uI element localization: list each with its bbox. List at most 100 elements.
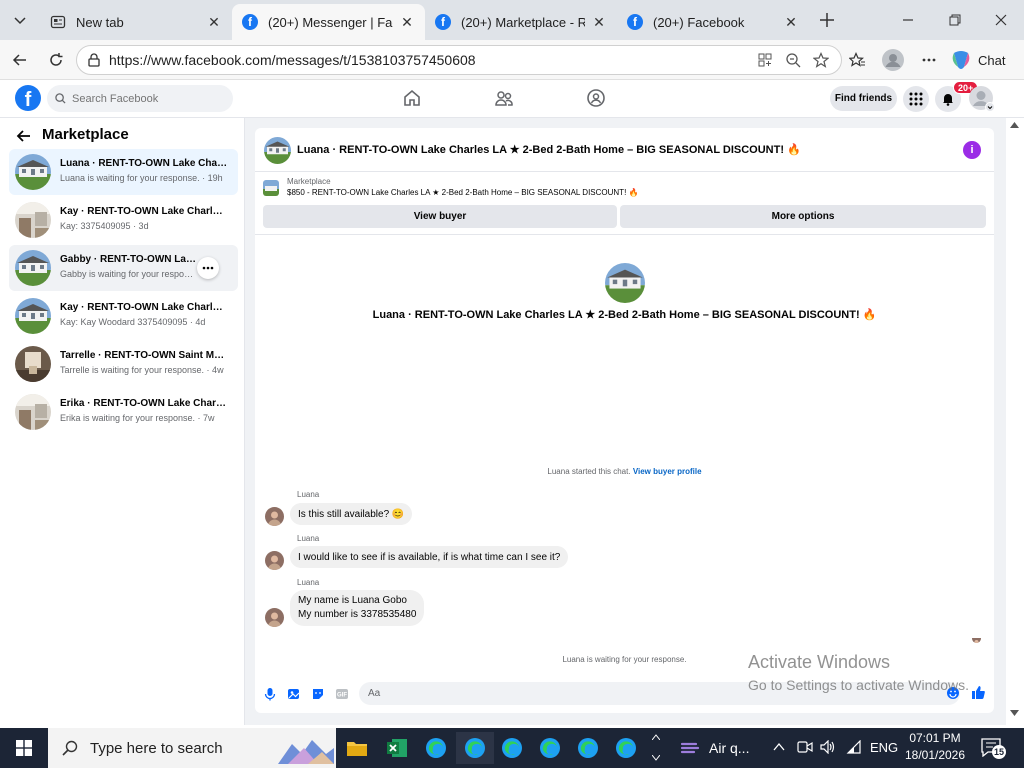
bell-icon bbox=[943, 94, 953, 106]
listing-text[interactable]: $850 - RENT-TO-OWN Lake Charles LA ★ 2-B… bbox=[287, 188, 707, 197]
scroll-up-arrow-icon[interactable] bbox=[1010, 122, 1019, 128]
conversation-subtitle: Kay: Kay Woodard 3375409095 · 4d bbox=[60, 317, 206, 327]
message-text: I would like to see if is available, if … bbox=[298, 551, 561, 563]
show-hidden-icons-chevron-icon[interactable] bbox=[772, 740, 786, 759]
conversation-item[interactable]: Gabby · RENT-TO-OWN Lake Charles LA ★ 2-… bbox=[9, 245, 238, 291]
back-button[interactable] bbox=[6, 46, 34, 74]
taskbar-scroll[interactable] bbox=[648, 728, 664, 768]
conversation-item[interactable]: Tarrelle · RENT-TO-OWN Saint Martinville… bbox=[9, 341, 238, 387]
edge-icon[interactable] bbox=[420, 732, 452, 764]
close-icon[interactable]: ✕ bbox=[206, 14, 222, 30]
start-button[interactable] bbox=[8, 732, 40, 764]
edge-icon[interactable] bbox=[496, 732, 528, 764]
reload-button[interactable] bbox=[42, 46, 70, 74]
address-bar[interactable]: https://www.facebook.com/messages/t/1538… bbox=[76, 45, 842, 75]
favorite-star-icon[interactable] bbox=[813, 52, 829, 68]
newtab-icon bbox=[50, 14, 66, 30]
taskbar-search[interactable]: Type here to search bbox=[48, 728, 336, 768]
home-nav-icon[interactable] bbox=[402, 88, 422, 113]
tab-title: (20+) Messenger | Facebook bbox=[268, 14, 393, 30]
view-buyer-profile-link[interactable]: View buyer profile bbox=[633, 467, 702, 476]
settings-more-button[interactable] bbox=[915, 46, 943, 74]
gif-icon[interactable]: GIF bbox=[335, 687, 349, 706]
minimize-button[interactable] bbox=[894, 6, 922, 34]
edge-icon[interactable] bbox=[534, 732, 566, 764]
conversation-item[interactable]: Erika · RENT-TO-OWN Lake Charles LA ★ 2-… bbox=[9, 389, 238, 435]
search-input[interactable] bbox=[72, 92, 222, 105]
clock[interactable]: 07:01 PM 18/01/2026 bbox=[902, 730, 968, 766]
conversation-subtitle: Luana is waiting for your response. · 19… bbox=[60, 173, 223, 183]
message-bubble[interactable]: Is this still available? 😊 bbox=[290, 503, 413, 525]
close-icon[interactable]: ✕ bbox=[783, 14, 799, 30]
tab-marketplace[interactable]: f (20+) Marketplace - RENT ✕ bbox=[425, 4, 617, 40]
site-info-icon[interactable] bbox=[87, 53, 101, 67]
scroll-down-arrow-icon[interactable] bbox=[1010, 710, 1019, 716]
edge-icon[interactable] bbox=[456, 732, 494, 764]
tab-facebook[interactable]: f (20+) Facebook ✕ bbox=[617, 4, 809, 40]
new-tab-button[interactable] bbox=[813, 6, 841, 34]
weather-widget[interactable]: Air q... bbox=[670, 728, 762, 768]
favorites-button[interactable] bbox=[843, 46, 871, 74]
seen-avatar bbox=[972, 634, 981, 643]
tab-messenger[interactable]: f (20+) Messenger | Facebook ✕ bbox=[232, 4, 425, 40]
composer-placeholder: Aa bbox=[368, 688, 381, 699]
edge-icon[interactable] bbox=[572, 732, 604, 764]
more-options-icon[interactable] bbox=[197, 257, 219, 279]
excel-icon[interactable] bbox=[381, 732, 413, 764]
tab-actions-button[interactable] bbox=[6, 6, 34, 34]
air-quality-icon bbox=[680, 742, 700, 754]
close-icon[interactable]: ✕ bbox=[399, 14, 415, 30]
facebook-logo-icon[interactable]: f bbox=[15, 85, 41, 111]
microphone-icon[interactable] bbox=[264, 687, 276, 706]
back-arrow-icon[interactable] bbox=[16, 128, 32, 149]
conversation-item[interactable]: Kay · RENT-TO-OWN Lake Charles LA ★ 2-Be… bbox=[9, 293, 238, 339]
reload-icon bbox=[50, 53, 63, 66]
conversation-thumbnail bbox=[15, 346, 51, 382]
favorites-icon bbox=[849, 52, 865, 67]
zoom-icon[interactable] bbox=[785, 52, 801, 68]
sender-avatar[interactable] bbox=[265, 507, 284, 526]
sticker-icon[interactable] bbox=[311, 687, 325, 706]
groups-nav-icon[interactable] bbox=[586, 88, 606, 113]
volume-icon[interactable] bbox=[820, 739, 836, 759]
tab-title: (20+) Marketplace - RENT bbox=[461, 14, 585, 30]
apps-icon[interactable] bbox=[757, 52, 773, 68]
friends-nav-icon[interactable] bbox=[494, 88, 514, 113]
account-button[interactable] bbox=[969, 86, 995, 112]
tab-title: New tab bbox=[76, 14, 124, 30]
conversation-item[interactable]: Luana · RENT-TO-OWN Lake Charles LA ★ 2-… bbox=[9, 149, 238, 195]
find-friends-button[interactable]: Find friends bbox=[830, 86, 897, 111]
network-icon[interactable] bbox=[846, 739, 862, 759]
message-bubble[interactable]: I would like to see if is available, if … bbox=[290, 546, 569, 568]
tab-new-tab[interactable]: New tab ✕ bbox=[40, 4, 232, 40]
meet-now-icon[interactable] bbox=[797, 740, 813, 759]
sender-avatar[interactable] bbox=[265, 551, 284, 570]
conversation-item[interactable]: Kay · RENT-TO-OWN Lake Charles LA ★ 2-Be… bbox=[9, 197, 238, 243]
clock-time: 07:01 PM bbox=[909, 731, 961, 745]
info-icon[interactable]: i bbox=[963, 141, 981, 159]
message-text: My number is 3378535480 bbox=[298, 609, 417, 620]
sender-avatar[interactable] bbox=[265, 608, 284, 627]
tab-title: (20+) Facebook bbox=[653, 14, 745, 30]
edge-icon[interactable] bbox=[610, 732, 642, 764]
view-buyer-button[interactable]: View buyer bbox=[263, 205, 617, 228]
more-options-button[interactable]: More options bbox=[620, 205, 986, 228]
profile-button[interactable] bbox=[879, 46, 907, 74]
menu-button[interactable] bbox=[903, 86, 929, 112]
photo-icon[interactable] bbox=[287, 687, 301, 706]
page-scrollbar[interactable] bbox=[1006, 118, 1024, 725]
language-indicator[interactable]: ENG bbox=[870, 740, 898, 755]
chat-header-title[interactable]: Luana · RENT-TO-OWN Lake Charles LA ★ 2-… bbox=[297, 143, 937, 156]
notification-center-button[interactable]: 15 bbox=[980, 737, 1006, 759]
copilot-chat-button[interactable]: Chat bbox=[950, 46, 1005, 74]
conversation-title: Luana · RENT-TO-OWN Lake Charles LA ★ 2-… bbox=[60, 158, 228, 169]
chevron-down-icon bbox=[14, 17, 26, 25]
chat-center-title: Luana · RENT-TO-OWN Lake Charles LA ★ 2-… bbox=[372, 309, 877, 321]
file-explorer-icon[interactable] bbox=[341, 732, 373, 764]
close-icon[interactable]: ✕ bbox=[591, 14, 607, 30]
message-bubble[interactable]: My name is Luana Gobo My number is 33785… bbox=[290, 590, 425, 626]
close-window-button[interactable] bbox=[987, 6, 1015, 34]
weather-text: Air q... bbox=[709, 740, 750, 756]
facebook-search[interactable] bbox=[47, 85, 233, 112]
restore-button[interactable] bbox=[941, 6, 969, 34]
